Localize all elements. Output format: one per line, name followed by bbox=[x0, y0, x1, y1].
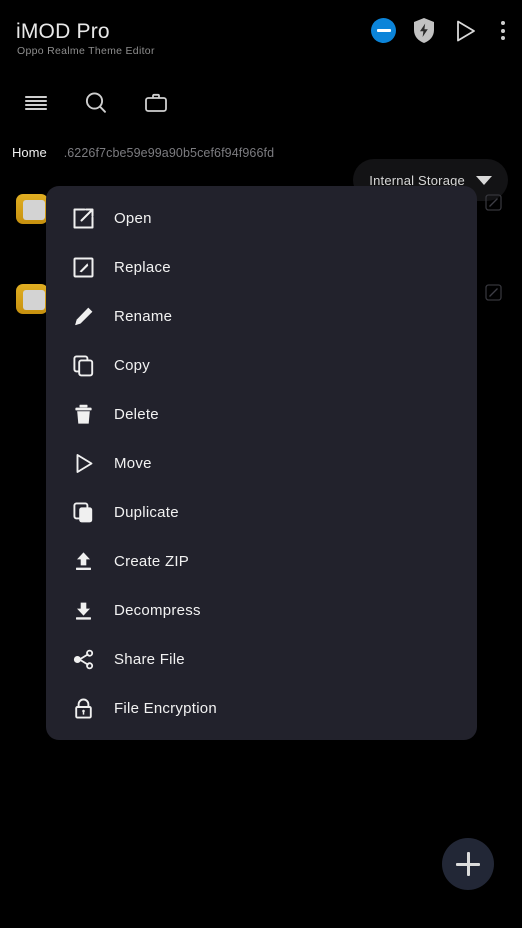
breadcrumb-path[interactable]: .6226f7cbe59e99a90b5cef6f94f966fd bbox=[64, 146, 274, 160]
app-screen: iMOD Pro Oppo Realme Theme Editor Intern… bbox=[0, 0, 522, 928]
trash-icon bbox=[68, 400, 98, 430]
menu-item-create-zip[interactable]: Create ZIP bbox=[46, 537, 477, 586]
menu-item-label: Duplicate bbox=[114, 504, 179, 521]
overflow-menu-icon[interactable] bbox=[494, 18, 512, 44]
menu-item-duplicate[interactable]: Duplicate bbox=[46, 488, 477, 537]
menu-item-file-encryption[interactable]: File Encryption bbox=[46, 684, 477, 733]
menu-item-share-file[interactable]: Share File bbox=[46, 635, 477, 684]
upload-icon bbox=[68, 547, 98, 577]
app-title: iMOD Pro bbox=[16, 20, 110, 43]
briefcase-icon[interactable] bbox=[134, 84, 178, 122]
folder-icon bbox=[16, 284, 48, 314]
search-icon[interactable] bbox=[74, 84, 118, 122]
pencil-icon bbox=[68, 302, 98, 332]
menu-item-decompress[interactable]: Decompress bbox=[46, 586, 477, 635]
shield-bolt-icon[interactable] bbox=[412, 17, 436, 44]
menu-item-copy[interactable]: Copy bbox=[46, 341, 477, 390]
toolbar-icon-group bbox=[14, 84, 178, 122]
download-icon bbox=[68, 596, 98, 626]
play-icon bbox=[68, 449, 98, 479]
menu-item-replace[interactable]: Replace bbox=[46, 243, 477, 292]
edit-box-icon[interactable] bbox=[485, 284, 502, 301]
menu-item-label: Move bbox=[114, 455, 152, 472]
menu-item-label: Decompress bbox=[114, 602, 201, 619]
menu-item-label: Rename bbox=[114, 308, 173, 325]
breadcrumb-home[interactable]: Home bbox=[12, 145, 47, 160]
menu-item-label: Delete bbox=[114, 406, 159, 423]
lock-icon bbox=[68, 694, 98, 724]
minus-circle-icon[interactable] bbox=[371, 18, 396, 43]
menu-item-delete[interactable]: Delete bbox=[46, 390, 477, 439]
add-button[interactable] bbox=[442, 838, 494, 890]
menu-item-label: File Encryption bbox=[114, 700, 217, 717]
edit-box-icon bbox=[68, 253, 98, 283]
menu-item-label: Copy bbox=[114, 357, 151, 374]
edit-box-icon[interactable] bbox=[485, 194, 502, 211]
breadcrumb: Home .6226f7cbe59e99a90b5cef6f94f966fd bbox=[12, 145, 274, 160]
toolbar: Internal Storage bbox=[0, 78, 522, 201]
menu-item-move[interactable]: Move bbox=[46, 439, 477, 488]
header-actions bbox=[371, 17, 512, 44]
menu-item-label: Create ZIP bbox=[114, 553, 190, 570]
context-menu: Open Replace Rename Copy Delete Move Dup… bbox=[46, 186, 477, 740]
folder-icon bbox=[16, 194, 48, 224]
open-external-icon bbox=[68, 204, 98, 234]
menu-item-label: Share File bbox=[114, 651, 185, 668]
copy-icon bbox=[68, 351, 98, 381]
app-subtitle: Oppo Realme Theme Editor bbox=[17, 45, 155, 57]
menu-item-label: Open bbox=[114, 210, 152, 227]
list-view-icon[interactable] bbox=[14, 84, 58, 122]
menu-item-label: Replace bbox=[114, 259, 171, 276]
share-icon bbox=[68, 645, 98, 675]
app-header: iMOD Pro Oppo Realme Theme Editor bbox=[0, 0, 522, 74]
duplicate-icon bbox=[68, 498, 98, 528]
menu-item-rename[interactable]: Rename bbox=[46, 292, 477, 341]
play-icon[interactable] bbox=[452, 18, 478, 44]
plus-icon bbox=[456, 852, 480, 876]
menu-item-open[interactable]: Open bbox=[46, 194, 477, 243]
